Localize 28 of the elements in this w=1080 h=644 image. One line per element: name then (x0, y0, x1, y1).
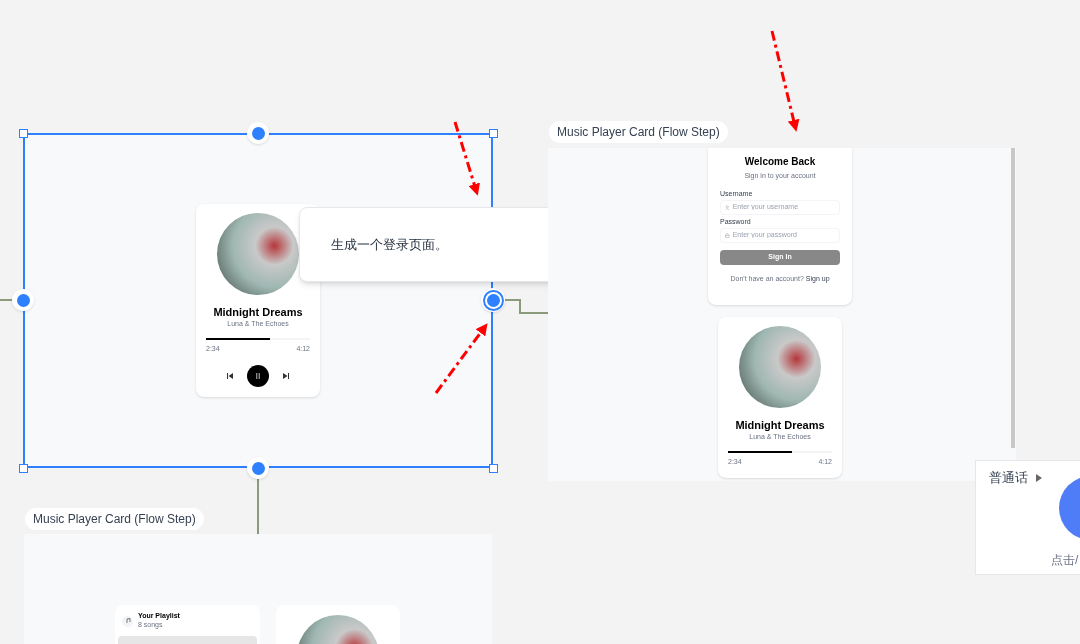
resize-handle[interactable] (489, 129, 498, 138)
previous-icon[interactable] (227, 372, 233, 379)
next-icon[interactable] (283, 372, 289, 379)
resize-handle[interactable] (19, 129, 28, 138)
music-note-icon (122, 615, 133, 627)
connection-handle[interactable] (481, 288, 505, 312)
song-title: Midnight Dreams (213, 305, 303, 320)
connector-line (257, 479, 259, 534)
song-title: Midnight Dreams (735, 418, 825, 432)
lock-icon (725, 232, 730, 238)
user-icon (725, 204, 730, 210)
connector-line (0, 299, 12, 301)
login-title: Welcome Back (744, 155, 816, 169)
scrollbar[interactable] (1011, 148, 1015, 448)
voice-hint: 点击/ (1051, 552, 1079, 569)
frame-label: Music Player Card (Flow Step) (25, 508, 204, 530)
frame-label: Music Player Card (Flow Step) (549, 121, 728, 143)
connection-handle[interactable] (247, 122, 269, 144)
pause-icon (255, 372, 261, 379)
prompt-text: 生成一个登录页面。 (331, 235, 448, 254)
connector-line (505, 299, 548, 315)
resize-handle[interactable] (19, 464, 28, 473)
pause-button[interactable] (247, 364, 269, 387)
connection-handle[interactable] (247, 457, 269, 479)
language-selector[interactable]: 普通话 (989, 468, 1028, 488)
caret-icon[interactable] (1036, 473, 1042, 482)
connection-handle[interactable] (12, 289, 34, 311)
resize-handle[interactable] (489, 464, 498, 473)
